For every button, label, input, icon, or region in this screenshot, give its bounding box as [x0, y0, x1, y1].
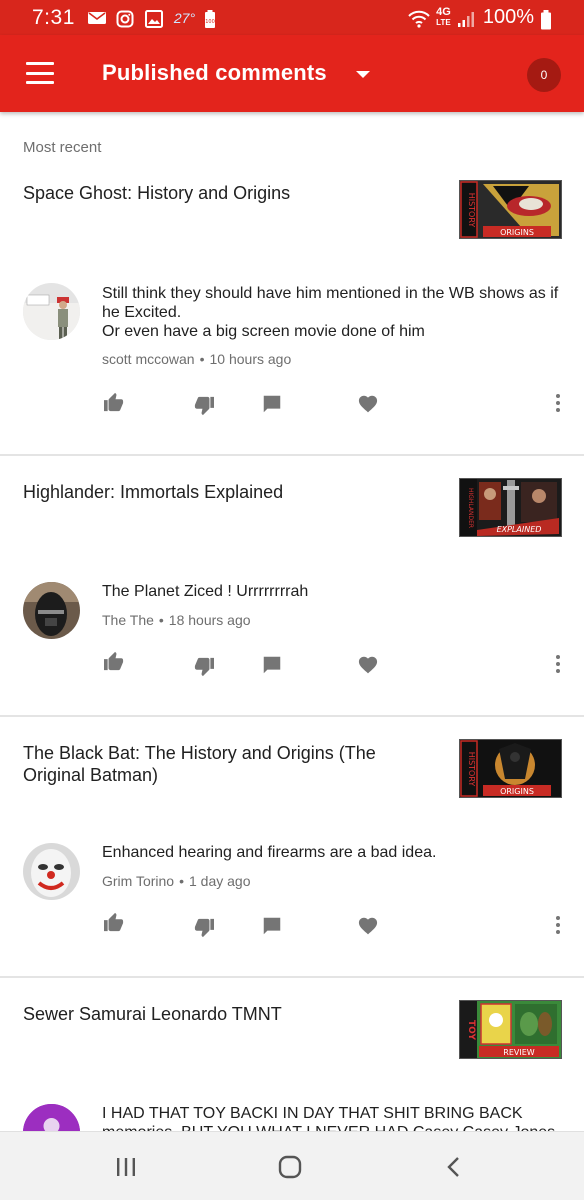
network-sublabel: LTE	[436, 18, 451, 27]
navigation-bar	[0, 1131, 584, 1200]
video-title[interactable]: Sewer Samurai Leonardo TMNT	[23, 1003, 423, 1025]
recent-apps-icon[interactable]	[106, 1152, 146, 1182]
dislike-icon[interactable]	[190, 392, 218, 420]
comment-meta: scott mccowan • 10 hours ago	[102, 351, 292, 367]
thumbnail-label: HIGHLANDER	[467, 488, 474, 528]
comment-text: The Planet Ziced ! Urrrrrrrrah	[102, 583, 309, 600]
battery-percent: 100%	[482, 6, 534, 28]
like-icon[interactable]	[100, 908, 128, 936]
signal-icon	[457, 10, 477, 27]
mail-icon	[87, 10, 107, 26]
card-divider	[0, 976, 584, 978]
thumbnail-label: ORIGINS	[500, 787, 534, 796]
video-title[interactable]: Space Ghost: History and Origins	[23, 182, 423, 204]
thumbnail-label: REVIEW	[503, 1048, 535, 1057]
thumbnail-label: HISTORY	[467, 752, 476, 787]
more-options-icon[interactable]	[544, 389, 572, 417]
comment-time: 10 hours ago	[209, 351, 292, 367]
avatar[interactable]	[23, 843, 80, 900]
back-icon[interactable]	[433, 1152, 473, 1182]
gallery-icon	[144, 9, 165, 28]
reply-icon[interactable]	[258, 651, 286, 679]
reply-icon[interactable]	[258, 912, 286, 940]
more-options-icon[interactable]	[544, 650, 572, 678]
video-thumbnail[interactable]: HIGHLANDER EXPLAINED	[459, 478, 562, 537]
heart-icon[interactable]	[354, 911, 382, 939]
network-type: 4G LTE	[436, 7, 451, 28]
reply-icon[interactable]	[258, 390, 286, 418]
home-icon[interactable]	[270, 1152, 310, 1182]
comment-text: Enhanced hearing and firearms are a bad …	[102, 844, 437, 861]
heart-icon[interactable]	[354, 389, 382, 417]
video-thumbnail[interactable]: HISTORY ORIGINS	[459, 739, 562, 798]
comment-time: 18 hours ago	[168, 612, 251, 628]
video-title[interactable]: The Black Bat: The History and Origins (…	[23, 742, 423, 786]
page-title[interactable]: Published comments	[102, 60, 327, 86]
svg-text:100: 100	[205, 19, 215, 25]
video-thumbnail[interactable]: TOY REVIEW	[459, 1000, 562, 1059]
menu-icon[interactable]	[26, 62, 54, 84]
card-divider	[0, 715, 584, 717]
like-icon[interactable]	[100, 388, 128, 416]
dislike-icon[interactable]	[190, 914, 218, 942]
thumbnail-label: ORIGINS	[500, 228, 534, 237]
wifi-icon	[408, 10, 430, 28]
card-divider	[0, 454, 584, 456]
video-title[interactable]: Highlander: Immortals Explained	[23, 481, 423, 503]
temperature-text: 27°	[173, 9, 196, 26]
section-label: Most recent	[23, 139, 102, 156]
comment-meta: The The • 18 hours ago	[102, 612, 251, 628]
video-thumbnail[interactable]: HISTORY ORIGINS	[459, 180, 562, 239]
like-icon[interactable]	[100, 647, 128, 675]
comment-meta: Grim Torino • 1 day ago	[102, 873, 251, 889]
chevron-down-icon[interactable]	[356, 71, 370, 78]
dislike-icon[interactable]	[190, 653, 218, 681]
avatar[interactable]	[23, 283, 80, 340]
comment-time: 1 day ago	[189, 873, 251, 889]
count-badge[interactable]: 0	[527, 58, 561, 92]
more-options-icon[interactable]	[544, 911, 572, 939]
battery-saver-icon: 100	[204, 9, 216, 28]
status-bar: 7:31 27° 100 4G LTE 100%	[0, 0, 584, 35]
avatar[interactable]	[23, 582, 80, 639]
thumbnail-label: HISTORY	[467, 193, 476, 228]
thumbnail-label: EXPLAINED	[497, 525, 542, 534]
status-time: 7:31	[32, 5, 75, 29]
app-bar: Published comments 0	[0, 35, 584, 112]
network-label: 4G	[436, 6, 451, 18]
comment-author[interactable]: scott mccowan	[102, 351, 195, 367]
instagram-icon	[116, 10, 136, 27]
battery-icon	[540, 9, 552, 29]
comment-author[interactable]: Grim Torino	[102, 873, 174, 889]
heart-icon[interactable]	[354, 650, 382, 678]
thumbnail-label: TOY	[466, 1020, 476, 1040]
screen: 7:31 27° 100 4G LTE 100% Published comme…	[0, 0, 584, 1200]
comment-author[interactable]: The The	[102, 612, 154, 628]
comment-text: Still think they should have him mention…	[102, 285, 559, 340]
